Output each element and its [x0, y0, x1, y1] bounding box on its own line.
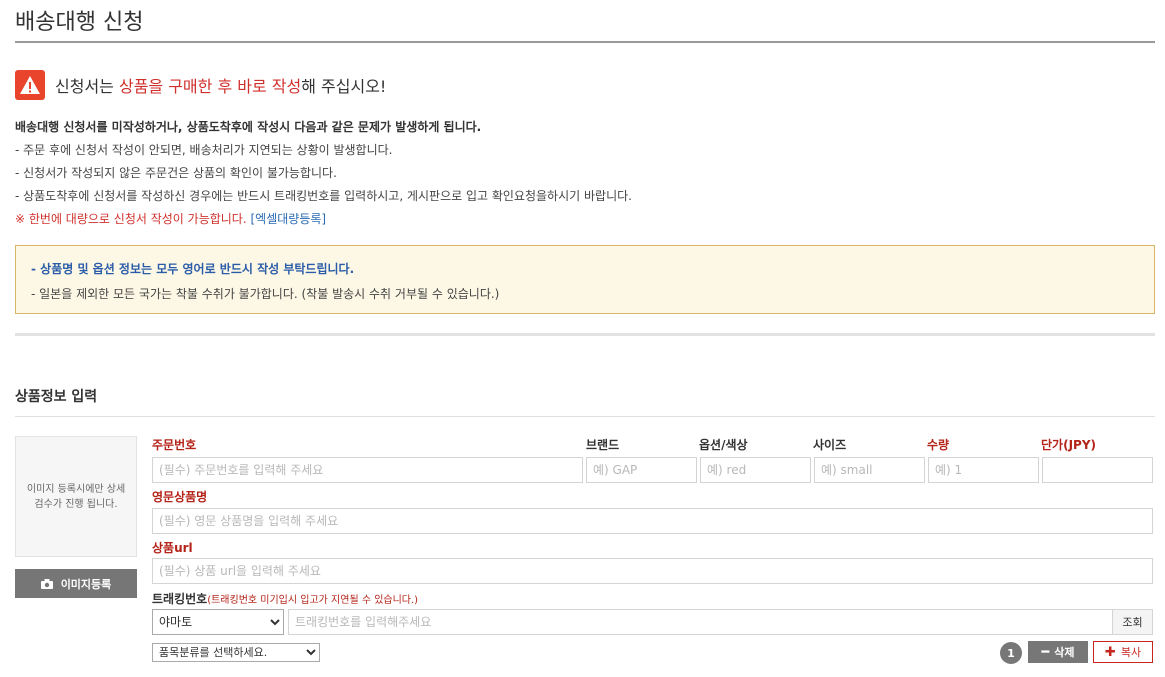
- warning-banner: 신청서는 상품을 구매한 후 바로 작성해 주십시오!: [15, 70, 386, 100]
- section-separator: [15, 333, 1155, 336]
- tracking-label: 트래킹번호(트래킹번호 미기입시 입고가 지연될 수 있습니다.): [152, 590, 418, 607]
- image-note: 이미지 등록시에만 상세 검수가 진행 됩니다.: [26, 483, 126, 510]
- option-label: 옵션/색상: [699, 438, 748, 452]
- category-select[interactable]: 품목분류를 선택하세요.: [152, 643, 320, 662]
- tracking-lookup-button[interactable]: 조회: [1112, 609, 1153, 635]
- carrier-select[interactable]: 야마토: [152, 609, 284, 635]
- order-no-label: 주문번호: [152, 438, 197, 452]
- option-input[interactable]: [700, 457, 811, 483]
- section-title: 상품정보 입력: [15, 389, 98, 405]
- item-count-badge: 1: [1000, 642, 1022, 664]
- warning-suffix: 해 주십시오!: [301, 77, 387, 96]
- bulk-notice: ※ 한번에 대량으로 신청서 작성이 가능합니다. [엑셀대량등록]: [15, 208, 632, 231]
- image-preview: 이미지 등록시에만 상세 검수가 진행 됩니다.: [15, 436, 137, 557]
- image-register-label: 이미지등록: [60, 577, 112, 591]
- name-en-label: 영문상품명: [152, 490, 208, 504]
- camera-icon: [40, 578, 53, 589]
- qty-input[interactable]: [928, 457, 1039, 483]
- title-divider: [15, 41, 1155, 43]
- notice-item: - 상품도착후에 신청서를 작성하신 경우에는 반드시 트래킹번호를 입력하시고…: [15, 189, 632, 203]
- info-line-cod: - 일본을 제외한 모든 국가는 착불 수취가 불가합니다. (착불 발송시 수…: [31, 287, 500, 301]
- notice-item: - 주문 후에 신청서 작성이 안되면, 배송처리가 지연되는 상황이 발생합니…: [15, 143, 393, 157]
- tracking-hint: (트래킹번호 미기입시 입고가 지연될 수 있습니다.): [207, 595, 419, 606]
- name-en-input[interactable]: [152, 508, 1153, 534]
- plus-icon: ✚: [1104, 644, 1116, 660]
- info-box: - 상품명 및 옵션 정보는 모두 영어로 반드시 작성 부탁드립니다. - 일…: [15, 245, 1155, 314]
- notice-item: - 신청서가 작성되지 않은 주문건은 상품의 확인이 불가능합니다.: [15, 166, 337, 180]
- copy-label: 복사: [1120, 646, 1142, 659]
- order-no-input[interactable]: [152, 457, 583, 483]
- price-input[interactable]: [1042, 457, 1153, 483]
- size-input[interactable]: [814, 457, 925, 483]
- notice-heading: 배송대행 신청서를 미작성하거나, 상품도착후에 작성시 다음과 같은 문제가 …: [15, 120, 482, 134]
- bulk-text: ※ 한번에 대량으로 신청서 작성이 가능합니다.: [15, 212, 247, 226]
- warning-icon: [15, 70, 45, 100]
- info-line-english: - 상품명 및 옵션 정보는 모두 영어로 반드시 작성 부탁드립니다.: [31, 262, 355, 276]
- excel-bulk-link[interactable]: [엑셀대량등록]: [251, 212, 327, 226]
- warning-message: 신청서는 상품을 구매한 후 바로 작성해 주십시오!: [55, 73, 386, 97]
- delete-label: 삭제: [1054, 646, 1075, 659]
- url-label: 상품url: [152, 541, 193, 555]
- size-label: 사이즈: [813, 438, 847, 452]
- delete-button[interactable]: ━ 삭제: [1028, 641, 1088, 663]
- url-input[interactable]: [152, 558, 1153, 584]
- tracking-input[interactable]: [288, 609, 1113, 635]
- image-register-button[interactable]: 이미지등록: [15, 569, 137, 598]
- page-title: 배송대행 신청: [15, 10, 144, 35]
- tracking-label-text: 트래킹번호: [152, 592, 208, 606]
- price-label: 단가(JPY): [1041, 438, 1096, 452]
- brand-input[interactable]: [586, 457, 697, 483]
- warning-highlight: 상품을 구매한 후 바로 작성: [118, 77, 302, 96]
- copy-button[interactable]: ✚ 복사: [1093, 641, 1153, 663]
- notice-block: 배송대행 신청서를 미작성하거나, 상품도착후에 작성시 다음과 같은 문제가 …: [15, 116, 632, 231]
- qty-label: 수량: [927, 438, 950, 452]
- section-divider: [15, 416, 1155, 417]
- minus-icon: ━: [1041, 644, 1050, 660]
- warning-prefix: 신청서는: [55, 77, 119, 96]
- brand-label: 브랜드: [586, 438, 620, 452]
